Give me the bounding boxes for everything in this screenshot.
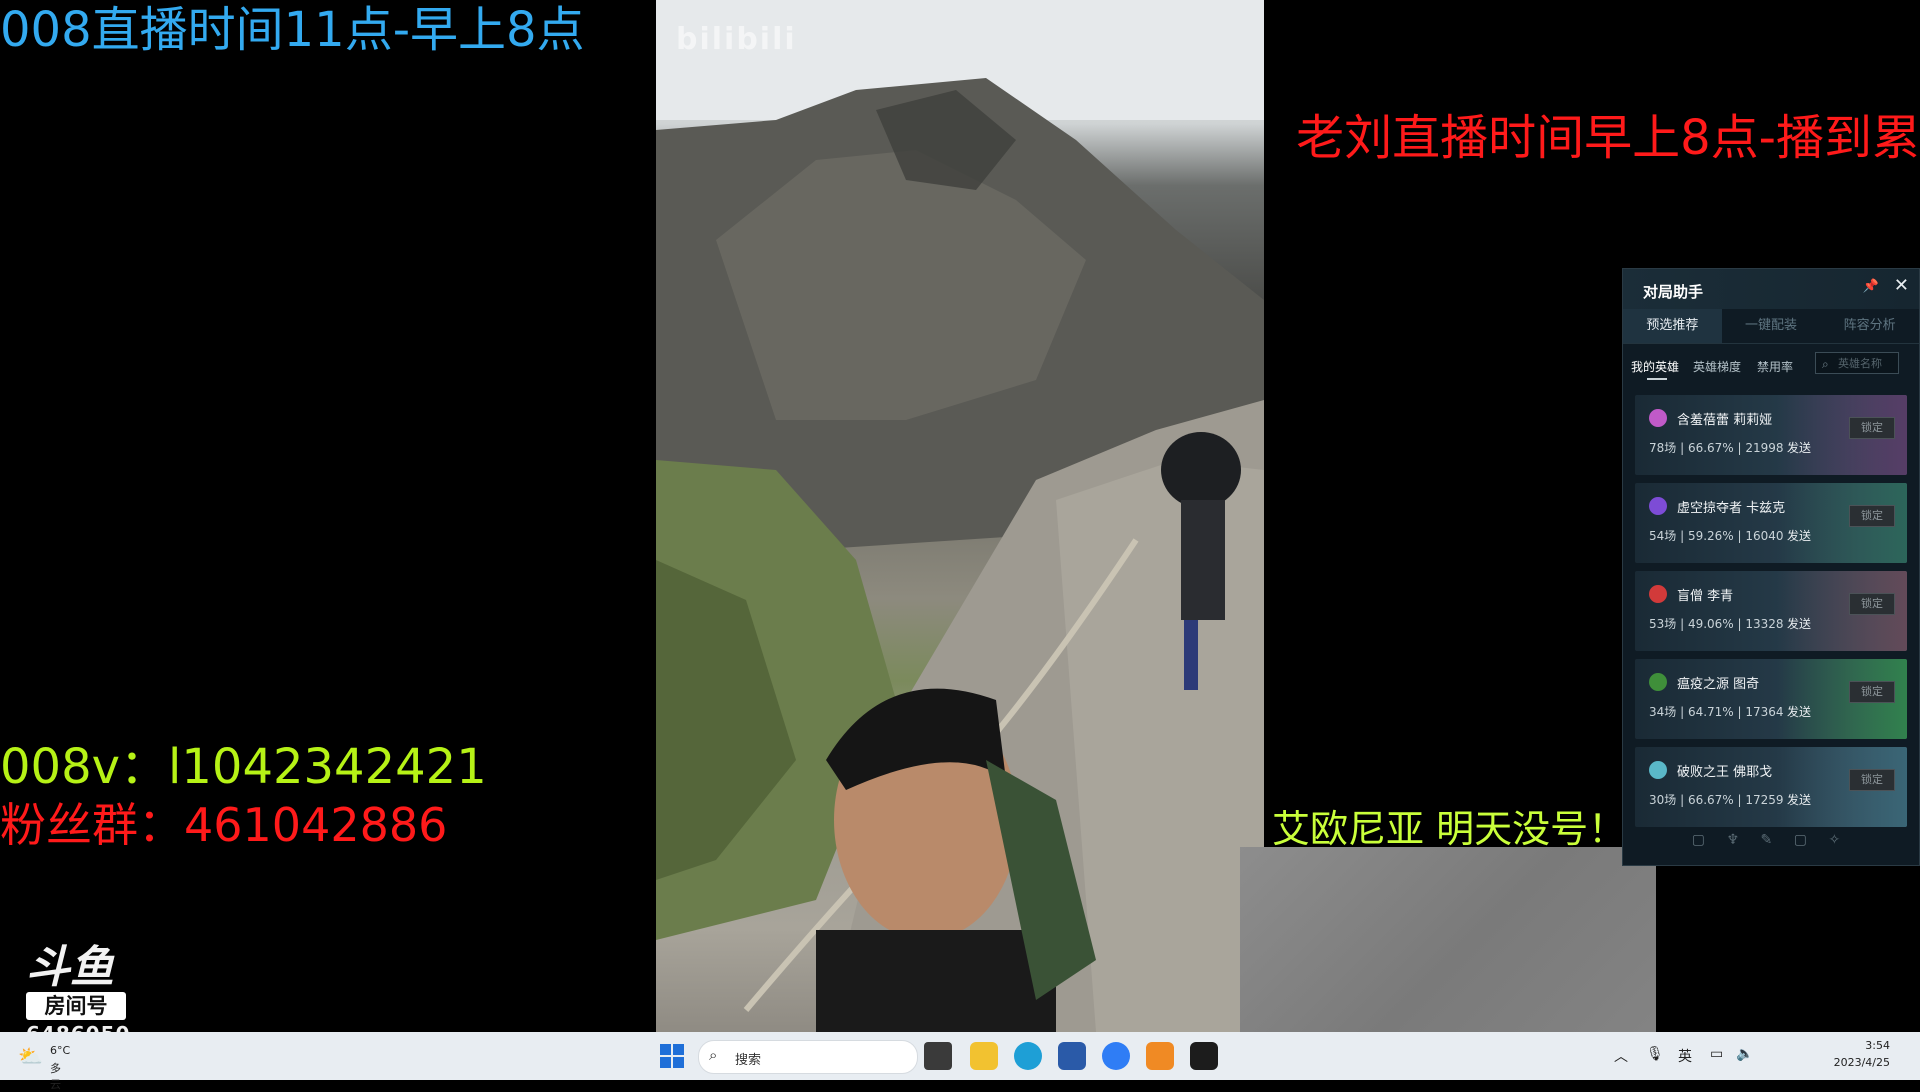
- windows-taskbar: ⛅ 6°C 多云 ⌕ 搜索 ︿ 🎙 英 ▭ 🔈 3:54 2023/4/25: [0, 1032, 1920, 1091]
- ime-indicator[interactable]: 英: [1678, 1046, 1692, 1066]
- volume-icon[interactable]: 🔈: [1736, 1046, 1753, 1062]
- wechat-id-text: 008v：l1042342421: [0, 739, 487, 795]
- send-button[interactable]: 发送: [1787, 791, 1811, 808]
- hero-avatar: [1649, 673, 1667, 691]
- tab-lineup[interactable]: 阵容分析: [1820, 309, 1919, 343]
- clock-time[interactable]: 3:54: [1865, 1039, 1890, 1052]
- schedule-text-008: 008直播时间11点-早上8点: [0, 2, 585, 58]
- search-icon: ⌕: [709, 1046, 718, 1064]
- browser-icon[interactable]: [1102, 1042, 1130, 1070]
- lock-button[interactable]: 锁定: [1849, 505, 1895, 527]
- filter-row: 我的英雄 英雄梯度 禁用率 ⌕ 英雄名称: [1623, 344, 1919, 388]
- microphone-icon[interactable]: 🎙: [1646, 1046, 1664, 1062]
- server-notice-text: 艾欧尼亚 明天没号！: [1272, 807, 1627, 851]
- hero-name: 含羞蓓蕾 莉莉娅: [1677, 413, 1773, 428]
- filter-hero-tier[interactable]: 英雄梯度: [1693, 358, 1741, 375]
- hero-name: 虚空掠夺者 卡兹克: [1677, 501, 1786, 516]
- room-number-label: 房间号: [26, 992, 126, 1020]
- hero-card[interactable]: 盲僧 李青 53场 | 49.06% | 13328 发送 锁定: [1635, 571, 1907, 651]
- start-button[interactable]: [660, 1044, 686, 1070]
- rune-icon[interactable]: ♆: [1726, 832, 1739, 848]
- video-frame-illustration: [656, 0, 1264, 1032]
- page-icon[interactable]: ▢: [1794, 832, 1807, 848]
- file-explorer-icon[interactable]: [970, 1042, 998, 1070]
- hero-card[interactable]: 瘟疫之源 图奇 34场 | 64.71% | 17364 发送 锁定: [1635, 659, 1907, 739]
- video-player[interactable]: bilibili: [656, 0, 1264, 1032]
- lock-button[interactable]: 锁定: [1849, 593, 1895, 615]
- douyu-logo: 斗鱼 房间号 6486050: [26, 940, 138, 1046]
- cloud-sun-icon: ⛅: [18, 1044, 43, 1068]
- edge-icon[interactable]: [1014, 1042, 1042, 1070]
- weather-description: 多云: [50, 1062, 61, 1091]
- lock-button[interactable]: 锁定: [1849, 769, 1895, 791]
- send-button[interactable]: 发送: [1787, 703, 1811, 720]
- hero-search-input[interactable]: ⌕ 英雄名称: [1815, 352, 1899, 374]
- taskbar-search-label: 搜索: [735, 1053, 762, 1068]
- assistant-tabs: 预选推荐 一键配装 阵容分析: [1623, 309, 1919, 344]
- hero-avatar: [1649, 497, 1667, 515]
- hero-avatar: [1649, 409, 1667, 427]
- task-view-icon[interactable]: [924, 1042, 952, 1070]
- settings-icon[interactable]: ✧: [1829, 832, 1841, 848]
- hero-stats: 54场 | 59.26% | 16040: [1649, 529, 1784, 543]
- tab-build[interactable]: 一键配装: [1722, 309, 1821, 343]
- filter-ban-rate[interactable]: 禁用率: [1757, 358, 1793, 375]
- hero-stats: 30场 | 66.67% | 17259: [1649, 793, 1784, 807]
- hero-stats: 78场 | 66.67% | 21998: [1649, 441, 1784, 455]
- taskbar-search[interactable]: ⌕ 搜索: [698, 1040, 918, 1074]
- system-tray: ︿ 🎙 英 ▭ 🔈 3:54 2023/4/25: [1600, 1032, 1920, 1080]
- streaming-app-icon[interactable]: [1190, 1042, 1218, 1070]
- hero-list: 含羞蓓蕾 莉莉娅 78场 | 66.67% | 21998 发送 锁定 虚空掠夺…: [1635, 395, 1907, 835]
- assistant-title: 对局助手: [1643, 283, 1704, 301]
- weather-temperature: 6°C: [50, 1044, 71, 1057]
- fan-group-text: 粉丝群：461042886: [0, 798, 448, 852]
- hero-card[interactable]: 破败之王 佛耶戈 30场 | 66.67% | 17259 发送 锁定: [1635, 747, 1907, 827]
- store-icon[interactable]: [1058, 1042, 1086, 1070]
- hero-card[interactable]: 虚空掠夺者 卡兹克 54场 | 59.26% | 16040 发送 锁定: [1635, 483, 1907, 563]
- network-icon[interactable]: ▭: [1710, 1046, 1723, 1062]
- lock-button[interactable]: 锁定: [1849, 681, 1895, 703]
- close-icon[interactable]: ✕: [1894, 275, 1909, 296]
- schedule-text-laoliu: 老刘直播时间早上8点-播到累: [1296, 110, 1920, 166]
- tab-preselect[interactable]: 预选推荐: [1623, 309, 1722, 343]
- hero-name: 破败之王 佛耶戈: [1677, 765, 1773, 780]
- bilibili-watermark: bilibili: [676, 22, 797, 57]
- hero-card[interactable]: 含羞蓓蕾 莉莉娅 78场 | 66.67% | 21998 发送 锁定: [1635, 395, 1907, 475]
- copy-icon[interactable]: ▢: [1692, 832, 1705, 848]
- hero-name: 盲僧 李青: [1677, 589, 1734, 604]
- send-button[interactable]: 发送: [1787, 439, 1811, 456]
- send-button[interactable]: 发送: [1787, 615, 1811, 632]
- clock-date[interactable]: 2023/4/25: [1834, 1056, 1890, 1069]
- match-assistant-panel: 对局助手 📌 ✕ 预选推荐 一键配装 阵容分析 我的英雄 英雄梯度 禁用率 ⌕ …: [1622, 268, 1920, 866]
- svg-text:斗鱼: 斗鱼: [26, 942, 115, 988]
- assistant-header: 对局助手 📌 ✕: [1623, 269, 1919, 309]
- filter-underline: [1647, 378, 1667, 380]
- hero-stats: 53场 | 49.06% | 13328: [1649, 617, 1784, 631]
- lock-button[interactable]: 锁定: [1849, 417, 1895, 439]
- hero-avatar: [1649, 761, 1667, 779]
- search-icon: ⌕: [1822, 357, 1829, 371]
- chevron-up-icon[interactable]: ︿: [1614, 1046, 1628, 1066]
- hero-name: 瘟疫之源 图奇: [1677, 677, 1760, 692]
- edit-icon[interactable]: ✎: [1761, 832, 1773, 848]
- send-button[interactable]: 发送: [1787, 527, 1811, 544]
- douyu-mark-icon: 斗鱼: [26, 940, 130, 988]
- hero-stats: 34场 | 64.71% | 17364: [1649, 705, 1784, 719]
- hero-search-placeholder: 英雄名称: [1838, 357, 1882, 370]
- game-app-icon[interactable]: [1146, 1042, 1174, 1070]
- assistant-toolbar: ▢ ♆ ✎ ▢ ✧: [1681, 827, 1851, 853]
- filter-my-heroes[interactable]: 我的英雄: [1631, 358, 1679, 375]
- hero-avatar: [1649, 585, 1667, 603]
- pin-icon[interactable]: 📌: [1863, 279, 1879, 294]
